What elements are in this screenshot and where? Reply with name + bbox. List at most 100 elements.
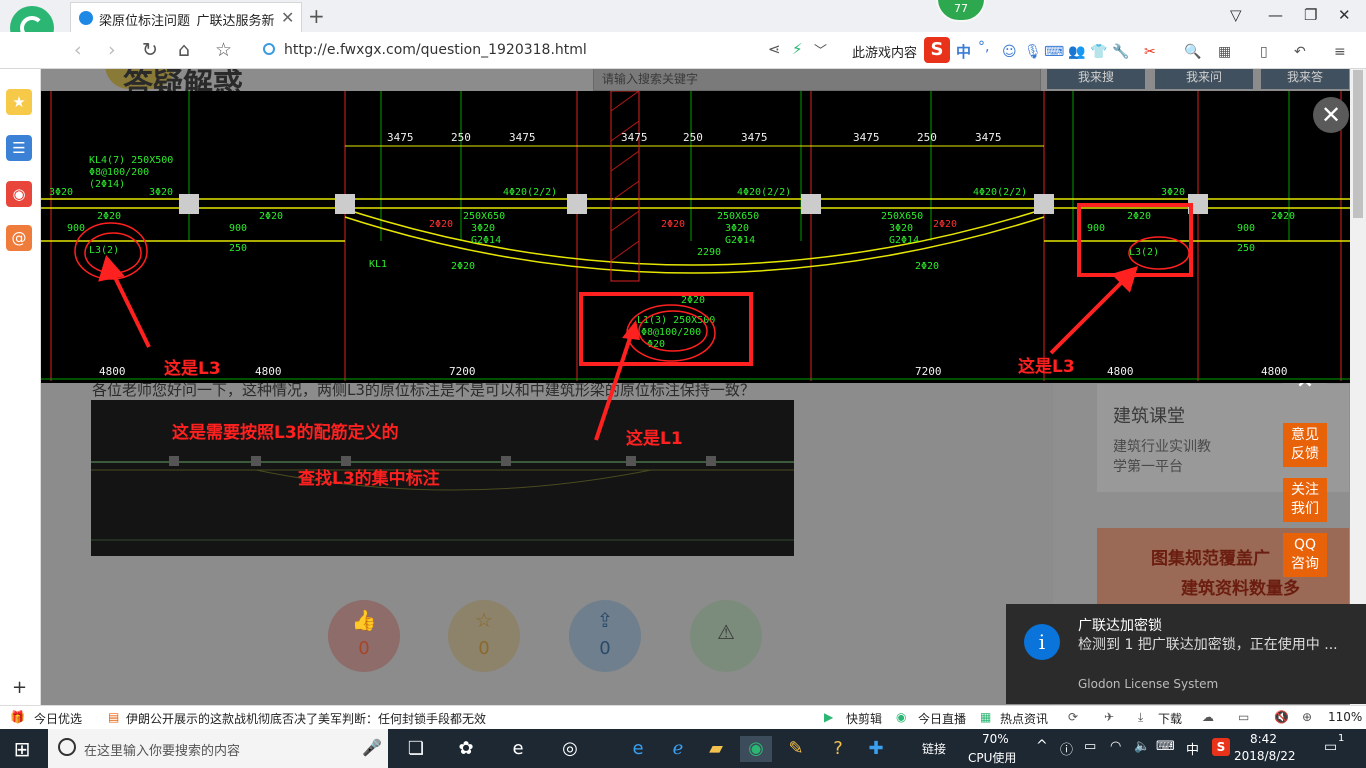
task-view-icon[interactable]: ❏ bbox=[402, 736, 430, 762]
microphone-icon[interactable]: 🎙 bbox=[1024, 44, 1042, 60]
notification-title: 广联达加密锁 bbox=[1078, 618, 1162, 634]
forward-icon[interactable]: › bbox=[108, 39, 116, 61]
menu-icon[interactable]: ≡ bbox=[1334, 44, 1346, 60]
wrench-icon[interactable]: 🔧 bbox=[1112, 44, 1129, 60]
scrollbar-thumb[interactable] bbox=[1353, 70, 1363, 218]
user-icon[interactable]: 👥 bbox=[1068, 44, 1085, 60]
taskbar-search[interactable]: 在这里输入你要搜索的内容 🎤 bbox=[48, 729, 388, 768]
today-picks[interactable]: 今日优选 bbox=[34, 710, 82, 727]
browser-tab[interactable]: 梁原位标注问题_广联达服务新干线 ✕ bbox=[70, 2, 302, 32]
news-ticker[interactable]: 伊朗公开展示的这款战机彻底否决了美军判断：任何封锁手段都无效 bbox=[126, 710, 486, 727]
keyboard-tray-icon[interactable]: ⌨ bbox=[1156, 739, 1175, 754]
tray-info-icon[interactable]: ⓘ bbox=[1060, 739, 1073, 758]
pin-icon[interactable]: ✈ bbox=[1104, 710, 1114, 724]
help-app-icon[interactable]: ? bbox=[824, 736, 852, 762]
minimize-button[interactable]: — bbox=[1268, 6, 1283, 24]
ime-tray[interactable]: 中 bbox=[1186, 739, 1199, 758]
add-sidebar-icon[interactable]: + bbox=[12, 677, 27, 698]
notification-badge[interactable]: 77 bbox=[936, 0, 986, 22]
answer-button[interactable]: 我来答 bbox=[1261, 69, 1349, 89]
battery-icon[interactable]: ▭ bbox=[1084, 739, 1096, 754]
action-center-icon[interactable]: ▭ bbox=[1324, 739, 1337, 755]
fan-app-icon[interactable]: ✿ bbox=[452, 736, 480, 762]
search-button[interactable]: 我来搜 bbox=[1047, 69, 1145, 89]
gift-icon[interactable]: 🎁 bbox=[10, 710, 25, 724]
speed-mode-icon[interactable]: ⚡ bbox=[792, 40, 803, 58]
beam-label-kl4: KL4(7) 250X500 bbox=[89, 155, 173, 166]
microphone-icon[interactable]: 🎤 bbox=[362, 738, 382, 757]
wifi-icon[interactable]: ◠ bbox=[1110, 739, 1121, 754]
reading-list-icon[interactable]: ☰ bbox=[6, 135, 32, 161]
edge-legacy-icon[interactable]: e bbox=[504, 736, 532, 762]
browser-taskbar-icon[interactable]: ◉ bbox=[740, 736, 772, 762]
action-center-count: 1 bbox=[1338, 733, 1345, 744]
restore-button[interactable]: ❐ bbox=[1304, 6, 1317, 24]
qq-consult-button[interactable]: QQ 咨询 bbox=[1283, 533, 1327, 577]
mute-icon[interactable]: 🔇 bbox=[1274, 710, 1289, 724]
clock-date[interactable]: 2018/8/22 bbox=[1234, 749, 1296, 763]
share-icon[interactable]: ⋖ bbox=[768, 40, 781, 58]
tray-expand-icon[interactable]: ^ bbox=[1036, 738, 1048, 754]
live-link[interactable]: 今日直播 bbox=[918, 710, 966, 727]
volume-icon[interactable]: 🔈 bbox=[1134, 739, 1150, 754]
favorites-icon[interactable]: ★ bbox=[6, 89, 32, 115]
favorite-star-icon[interactable]: ☆ bbox=[215, 39, 232, 61]
clock-time[interactable]: 8:42 bbox=[1250, 732, 1277, 746]
glodon-app-icon[interactable]: ✚ bbox=[862, 736, 890, 762]
report-button[interactable]: ⚠ bbox=[690, 600, 762, 672]
undo-icon[interactable]: ↶ bbox=[1294, 44, 1306, 60]
zoom-icon[interactable]: ⊕ bbox=[1302, 710, 1312, 724]
chevron-down-icon[interactable]: ﹀ bbox=[814, 40, 827, 59]
address-input[interactable]: http://e.fwxgx.com/question_1920318.html bbox=[284, 42, 587, 58]
download-icon[interactable]: ⤓ bbox=[1138, 710, 1143, 725]
window-icon[interactable]: ▭ bbox=[1238, 710, 1249, 724]
keyboard-icon[interactable]: ⌨ bbox=[1044, 44, 1064, 60]
close-window-button[interactable]: ✕ bbox=[1338, 6, 1351, 24]
ime-mode[interactable]: 中 bbox=[956, 41, 971, 62]
windows-start-icon[interactable]: ⊞ bbox=[8, 736, 36, 762]
scissors-icon[interactable]: ✂ bbox=[1144, 44, 1156, 60]
close-viewer-icon[interactable]: ✕ bbox=[1313, 97, 1349, 133]
back-icon[interactable]: ‹ bbox=[74, 39, 82, 61]
search-icon[interactable]: 🔍 bbox=[1184, 44, 1201, 60]
new-tab-button[interactable]: + bbox=[308, 4, 325, 28]
apps-grid-icon[interactable]: ▦ bbox=[1218, 44, 1231, 60]
zoom-level[interactable]: 110% bbox=[1328, 710, 1362, 724]
share-button[interactable]: ⇪ 0 bbox=[569, 600, 641, 672]
dim-top-6: 3475 bbox=[853, 131, 880, 144]
refresh-status-icon[interactable]: ⟳ bbox=[1068, 710, 1078, 724]
sync-app-icon[interactable]: ◎ bbox=[556, 736, 584, 762]
image-viewer[interactable]: 3475 250 3475 3475 250 3475 3475 250 347… bbox=[41, 91, 1350, 383]
edge-icon[interactable]: e bbox=[624, 736, 652, 762]
like-button[interactable]: 👍 0 bbox=[328, 600, 400, 672]
ad-line1: 图集规范覆盖广 bbox=[1151, 549, 1270, 569]
shirt-skin-icon[interactable]: ▽ bbox=[1230, 6, 1242, 24]
download-link[interactable]: 下载 bbox=[1158, 710, 1182, 727]
site-search-input[interactable]: 请输入搜索关键字 bbox=[593, 69, 1041, 91]
cloud-icon[interactable]: ☁ bbox=[1202, 710, 1214, 724]
notes-app-icon[interactable]: ✎ bbox=[782, 736, 810, 762]
reload-icon[interactable]: ↻ bbox=[142, 39, 158, 61]
phone-icon[interactable]: ▯ bbox=[1260, 44, 1268, 60]
link-label[interactable]: 链接 bbox=[922, 740, 946, 757]
skin-icon[interactable]: 👕 bbox=[1090, 44, 1107, 60]
dim-top-5: 3475 bbox=[741, 131, 768, 144]
file-explorer-icon[interactable]: ▰ bbox=[702, 736, 730, 762]
follow-button[interactable]: 关注 我们 bbox=[1283, 478, 1327, 522]
hot-news-link[interactable]: 热点资讯 bbox=[1000, 710, 1048, 727]
ie-icon[interactable]: ℯ bbox=[664, 736, 692, 762]
sogou-logo-icon[interactable]: S bbox=[924, 37, 950, 63]
tab-close-icon[interactable]: ✕ bbox=[281, 8, 294, 27]
ime-punct[interactable]: °, bbox=[978, 39, 989, 55]
home-icon[interactable]: ⌂ bbox=[178, 39, 190, 61]
ask-button[interactable]: 我来问 bbox=[1155, 69, 1253, 89]
feedback-button[interactable]: 意见 反馈 bbox=[1283, 423, 1327, 467]
taskbar: ⊞ 在这里输入你要搜索的内容 🎤 ❏ ✿ e ◎ e ℯ ▰ ◉ ✎ ? ✚ 链… bbox=[0, 729, 1366, 768]
sogou-tray-icon[interactable]: S bbox=[1212, 738, 1230, 756]
mail-icon[interactable]: @ bbox=[6, 225, 32, 251]
emoji-icon[interactable]: ☺ bbox=[1002, 44, 1017, 60]
license-notification[interactable]: i 广联达加密锁 检测到 1 把广联达加密锁，正在使用中 ... Glodon … bbox=[1006, 604, 1366, 704]
favorite-button[interactable]: ☆ 0 bbox=[448, 600, 520, 672]
weibo-icon[interactable]: ◉ bbox=[6, 181, 32, 207]
clip-link[interactable]: 快剪辑 bbox=[846, 710, 882, 727]
